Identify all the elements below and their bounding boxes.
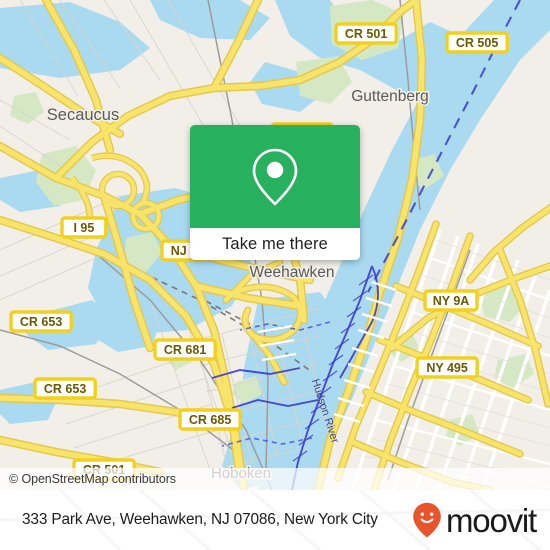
road-shield: CR 681: [153, 338, 217, 361]
moovit-smiley-pin-icon: [413, 502, 441, 538]
road-shield: NY 495: [415, 356, 479, 379]
take-me-there-label: Take me there: [222, 234, 328, 253]
road-shield: NY 9A: [423, 289, 479, 312]
road-shield-label: CR 681: [164, 343, 206, 357]
take-me-there-card[interactable]: Take me there: [190, 125, 360, 260]
road-shield: CR 505: [445, 31, 509, 54]
address-label: 333 Park Ave, Weehawken, NJ 07086, New Y…: [22, 511, 378, 528]
road-shield-label: CR 685: [189, 413, 231, 427]
take-me-there-button[interactable]: Take me there: [190, 228, 360, 260]
road-shield-label: CR 653: [44, 382, 86, 396]
road-shield-label: CR 653: [20, 315, 62, 329]
map-place-label: Guttenberg: [351, 88, 429, 105]
road-shield: CR 653: [9, 310, 73, 333]
map-attribution-bar: © OpenStreetMap contributors: [0, 468, 550, 490]
road-shield: CR 501: [334, 22, 398, 45]
map-place-label: Secaucus: [47, 106, 119, 124]
road-shield-label: CR 501: [345, 27, 387, 41]
map-pin-icon: [252, 148, 298, 205]
moovit-wordmark: moovit: [446, 501, 537, 539]
osm-attribution-text: © OpenStreetMap contributors: [9, 472, 176, 486]
road-shield-label: NY 9A: [433, 294, 470, 308]
road-shield-label: NY 495: [426, 361, 468, 375]
road-shield: I 95: [60, 216, 108, 239]
road-shield: CR 685: [178, 408, 242, 431]
card-pin-area: [190, 125, 360, 228]
footer-bar: 333 Park Ave, Weehawken, NJ 07086, New Y…: [0, 490, 550, 550]
road-shield-label: CR 505: [456, 36, 498, 50]
moovit-map-screenshot: SecaucusGuttenbergWeehawkenHoboken Hudso…: [0, 0, 550, 550]
moovit-brand[interactable]: moovit: [412, 501, 537, 539]
map-place-label: Weehawken: [249, 264, 334, 281]
road-shield-label: I 95: [73, 221, 94, 235]
road-shield: CR 653: [33, 377, 97, 400]
